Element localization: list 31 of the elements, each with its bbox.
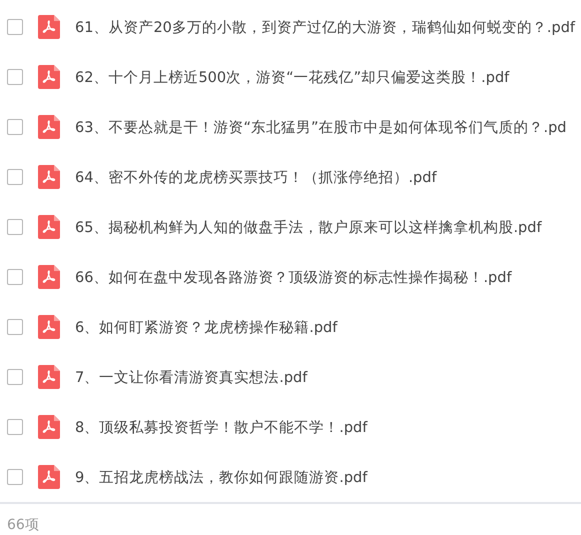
pdf-file-icon — [38, 115, 60, 139]
file-name[interactable]: 6、如何盯紧游资？龙虎榜操作秘籍.pdf — [75, 318, 338, 336]
checkbox[interactable] — [7, 119, 23, 135]
checkbox[interactable] — [7, 369, 23, 385]
pdf-file-icon — [38, 415, 60, 439]
checkbox[interactable] — [7, 269, 23, 285]
pdf-file-icon — [38, 265, 60, 289]
pdf-file-icon — [38, 15, 60, 39]
checkbox[interactable] — [7, 419, 23, 435]
checkbox[interactable] — [7, 469, 23, 485]
checkbox[interactable] — [7, 69, 23, 85]
checkbox[interactable] — [7, 219, 23, 235]
file-name[interactable]: 63、不要怂就是干！游资“东北猛男”在股市中是如何体现爷们气质的？.pd — [75, 118, 566, 136]
pdf-file-icon — [38, 65, 60, 89]
pdf-file-icon — [38, 165, 60, 189]
file-name[interactable]: 61、从资产20多万的小散，到资产过亿的大游资，瑞鹤仙如何蜕变的？.pdf — [75, 18, 576, 36]
file-name[interactable]: 66、如何在盘中发现各路游资？顶级游资的标志性操作揭秘！.pdf — [75, 268, 512, 286]
file-name[interactable]: 7、一文让你看清游资真实想法.pdf — [75, 368, 308, 386]
checkbox[interactable] — [7, 19, 23, 35]
file-name[interactable]: 62、十个月上榜近500次，游资“一花残亿”却只偏爱这类股！.pdf — [75, 68, 510, 86]
pdf-file-icon — [38, 465, 60, 489]
pdf-file-icon — [38, 365, 60, 389]
file-name[interactable]: 8、顶级私募投资哲学！散户不能不学！.pdf — [75, 418, 368, 436]
file-name[interactable]: 64、密不外传的龙虎榜买票技巧！（抓涨停绝招）.pdf — [75, 168, 437, 186]
checkbox[interactable] — [7, 319, 23, 335]
pdf-file-icon — [38, 315, 60, 339]
file-name[interactable]: 65、揭秘机构鲜为人知的做盘手法，散户原来可以这样擒拿机构股.pdf — [75, 218, 542, 236]
item-count: 66项 — [7, 517, 39, 533]
checkbox[interactable] — [7, 169, 23, 185]
file-name[interactable]: 9、五招龙虎榜战法，教你如何跟随游资.pdf — [75, 468, 368, 486]
pdf-file-icon — [38, 215, 60, 239]
